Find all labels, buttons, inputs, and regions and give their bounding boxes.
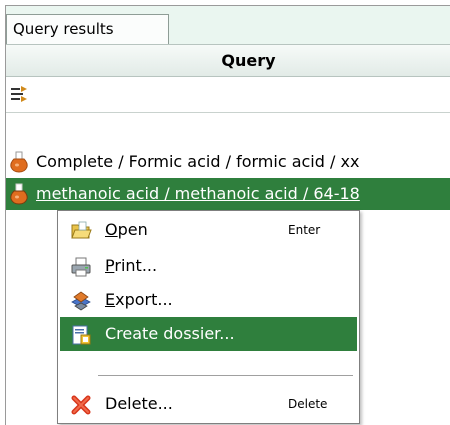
menu-item-shortcut: Delete [288,397,328,411]
menu-item-export[interactable]: Export... [60,283,357,317]
menu-item-label: Delete... [105,394,173,413]
dossier-icon [72,325,91,345]
flask-icon [10,151,28,173]
result-row[interactable]: Complete / Formic acid / formic acid / x… [6,146,450,178]
result-row-text: Complete / Formic acid / formic acid / x… [36,152,360,171]
menu-item-print[interactable]: Print... [60,249,357,283]
column-header-query[interactable]: Query [6,44,450,77]
export-icon [71,291,91,311]
menu-item-label: rint... [114,256,158,275]
filter-arrows-icon[interactable] [10,85,28,103]
menu-item-shortcut: Enter [288,223,321,237]
menu-item-create-dossier[interactable]: Create dossier... [60,317,357,351]
folder-open-icon [71,221,92,239]
result-row-text: methanoic acid / methanoic acid / 64-18 [36,184,360,203]
menu-item-label: pen [117,220,148,239]
context-menu: Open Enter Print... Export... Create dos… [57,210,360,424]
menu-item-mnemonic: O [105,220,118,239]
tab-strip: Query results [6,6,450,44]
menu-item-open[interactable]: Open Enter [60,213,357,247]
menu-item-label: Create dossier... [105,324,235,343]
menu-item-mnemonic: P [105,256,115,275]
results-toolbar [6,77,450,113]
result-row-selected[interactable]: methanoic acid / methanoic acid / 64-18 [6,178,450,210]
menu-separator [98,375,353,377]
printer-icon [71,257,91,277]
delete-x-icon [71,395,91,415]
tab-query-results[interactable]: Query results [6,14,169,44]
menu-item-label: xport... [115,290,173,309]
menu-item-delete[interactable]: Delete... Delete [60,387,357,421]
menu-item-mnemonic: E [105,290,116,309]
column-header-label: Query [221,51,276,70]
flask-icon [10,183,28,205]
